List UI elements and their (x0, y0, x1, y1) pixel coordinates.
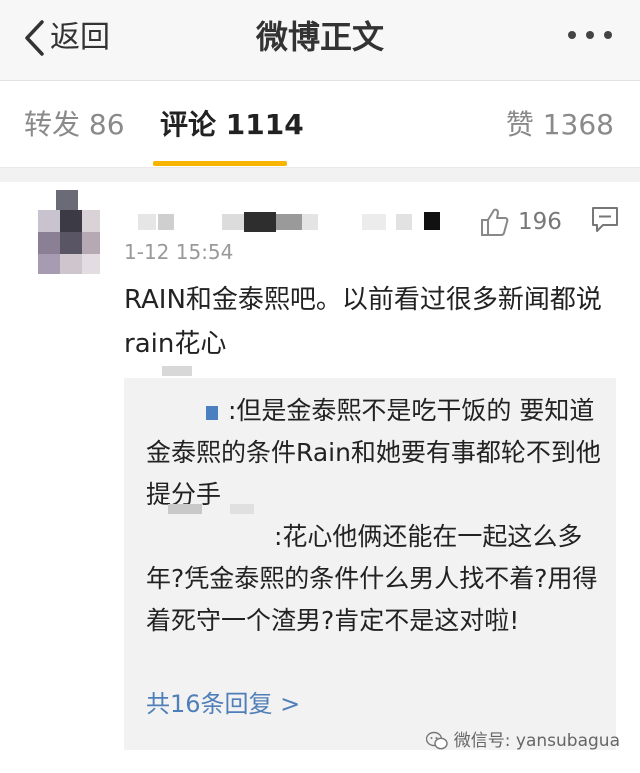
reply-text: :花心他俩还能在一起这么多年?凭金泰熙的条件什么男人找不着?用得着死守一个渣男?… (146, 522, 598, 635)
comment-item: 196 1-12 15:54 RAIN和金泰熙吧。以前看过很多新闻都说rain花… (0, 182, 640, 773)
comment-bubble-icon (592, 207, 618, 232)
more-dot-icon (586, 31, 594, 39)
active-tab-indicator (153, 161, 287, 166)
like-button[interactable]: 196 (478, 204, 562, 240)
like-count: 196 (518, 209, 562, 235)
tab-likes[interactable]: 赞 1368 (506, 105, 614, 145)
reply-item: :但是金泰熙不是吃干饭的 要知道金泰熙的条件Rain和她要有事都轮不到他提分手 (146, 390, 606, 516)
tab-comments[interactable]: 评论 1114 (160, 105, 304, 145)
thumbs-up-icon (481, 208, 509, 236)
more-dot-icon (568, 31, 576, 39)
wechat-icon (425, 731, 448, 750)
tab-bar: 转发 86 评论 1114 赞 1368 (0, 81, 640, 167)
watermark-text: 微信号: yansubagua (453, 731, 620, 751)
section-divider (0, 167, 640, 182)
reply-text: :但是金泰熙不是吃干饭的 要知道金泰熙的条件Rain和她要有事都轮不到他提分手 (146, 396, 601, 509)
nav-bar: 返回 微博正文 (0, 0, 640, 81)
blurred-reply-username (168, 504, 202, 514)
avatar[interactable] (38, 190, 100, 274)
more-options-button[interactable] (566, 28, 614, 44)
comment-timestamp: 1-12 15:54 (124, 240, 234, 264)
reply-box: :但是金泰熙不是吃干饭的 要知道金泰熙的条件Rain和她要有事都轮不到他提分手 … (124, 366, 616, 750)
tab-repost[interactable]: 转发 86 (24, 105, 125, 145)
page-title: 微博正文 (255, 18, 384, 56)
comment-text: RAIN和金泰熙吧。以前看过很多新闻都说rain花心 (124, 285, 602, 359)
blurred-reply-username (162, 366, 192, 376)
reply-item: :花心他俩还能在一起这么多年?凭金泰熙的条件什么男人找不着?用得着死守一个渣男?… (146, 516, 606, 642)
watermark: 微信号: yansubagua (425, 729, 620, 753)
reply-button[interactable] (590, 204, 622, 236)
username[interactable] (124, 210, 464, 232)
more-dot-icon (604, 31, 612, 39)
more-replies-link[interactable]: 共16条回复 > (146, 684, 300, 724)
blurred-reply-username (230, 504, 254, 514)
